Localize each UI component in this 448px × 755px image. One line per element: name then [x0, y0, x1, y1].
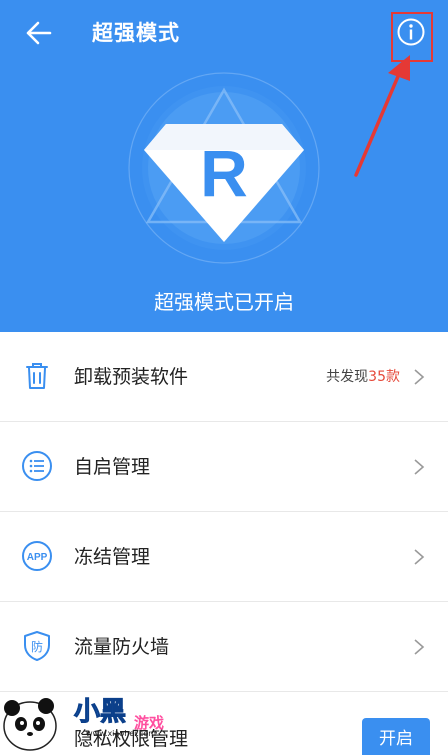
chevron-right-icon	[414, 639, 425, 655]
chevron-right-icon	[414, 459, 425, 475]
found-prefix: 共发现	[326, 369, 369, 385]
emblem-letter: R	[200, 136, 248, 210]
status-text: 超强模式已开启	[154, 290, 294, 314]
list-item-uninstall[interactable]: 卸载预装软件 共发现35款	[0, 332, 448, 422]
open-button[interactable]: 开启	[362, 718, 430, 755]
found-count: 35款	[368, 369, 400, 385]
trash-icon	[26, 363, 48, 389]
page-title: 超强模式	[92, 21, 180, 45]
list-icon	[22, 451, 52, 481]
list-item-label: 卸载预装软件	[74, 366, 189, 388]
feature-list: 卸载预装软件 共发现35款 自启管理 APP 冻结管理 防 流量防火墙	[0, 332, 448, 692]
list-item-label: 自启管理	[74, 456, 151, 478]
list-item-freeze[interactable]: APP 冻结管理	[0, 512, 448, 602]
app-icon: APP	[22, 541, 52, 571]
found-count-text: 共发现35款	[326, 332, 400, 422]
annotation-arrow-icon	[354, 55, 410, 177]
list-item-autostart[interactable]: 自启管理	[0, 422, 448, 512]
chevron-right-icon	[414, 369, 425, 385]
back-arrow-icon[interactable]	[20, 16, 60, 50]
watermark-logo-icon: 小黑 游戏 www.xiaohei.com	[3, 697, 164, 751]
app-icon-text: APP	[27, 552, 48, 563]
list-item-label: 流量防火墙	[74, 636, 170, 658]
header-banner: 超强模式 R 超强模式已开启	[0, 0, 448, 332]
list-item-firewall[interactable]: 防 流量防火墙	[0, 602, 448, 692]
shield-icon-text: 防	[31, 639, 43, 654]
chevron-right-icon	[414, 549, 425, 565]
watermark-site: www.xiaohei.com	[86, 729, 156, 738]
diamond-emblem-icon: R	[128, 72, 320, 264]
list-item-label: 冻结管理	[74, 546, 151, 568]
shield-icon: 防	[24, 631, 50, 661]
watermark-brand: 小黑	[74, 697, 126, 727]
